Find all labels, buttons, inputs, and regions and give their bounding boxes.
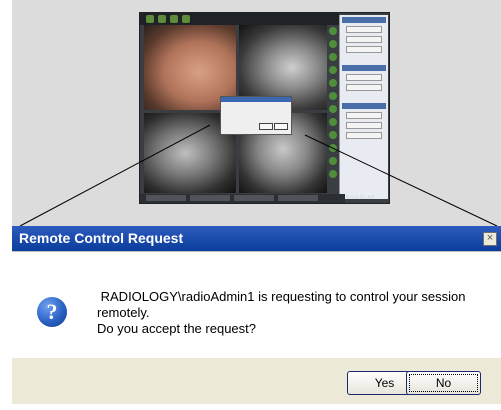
dialog-titlebar[interactable]: Remote Control Request × [12, 226, 501, 251]
close-button[interactable]: × [483, 232, 497, 246]
dialog-message: RADIOLOGY\radioAdmin1 is requesting to c… [97, 289, 487, 337]
no-button[interactable]: No [406, 371, 481, 395]
dialog-button-bar: Yes No [12, 358, 501, 404]
remote-control-dialog: Remote Control Request × ? RADIOLOGY\rad… [12, 226, 501, 404]
dialog-title: Remote Control Request [19, 230, 184, 246]
dialog-body: ? RADIOLOGY\radioAdmin1 is requesting to… [12, 251, 501, 359]
message-line-1: RADIOLOGY\radioAdmin1 is requesting to c… [100, 289, 466, 304]
question-icon: ? [37, 297, 67, 327]
message-line-3: Do you accept the request? [97, 321, 256, 336]
message-line-2: remotely. [97, 305, 150, 320]
